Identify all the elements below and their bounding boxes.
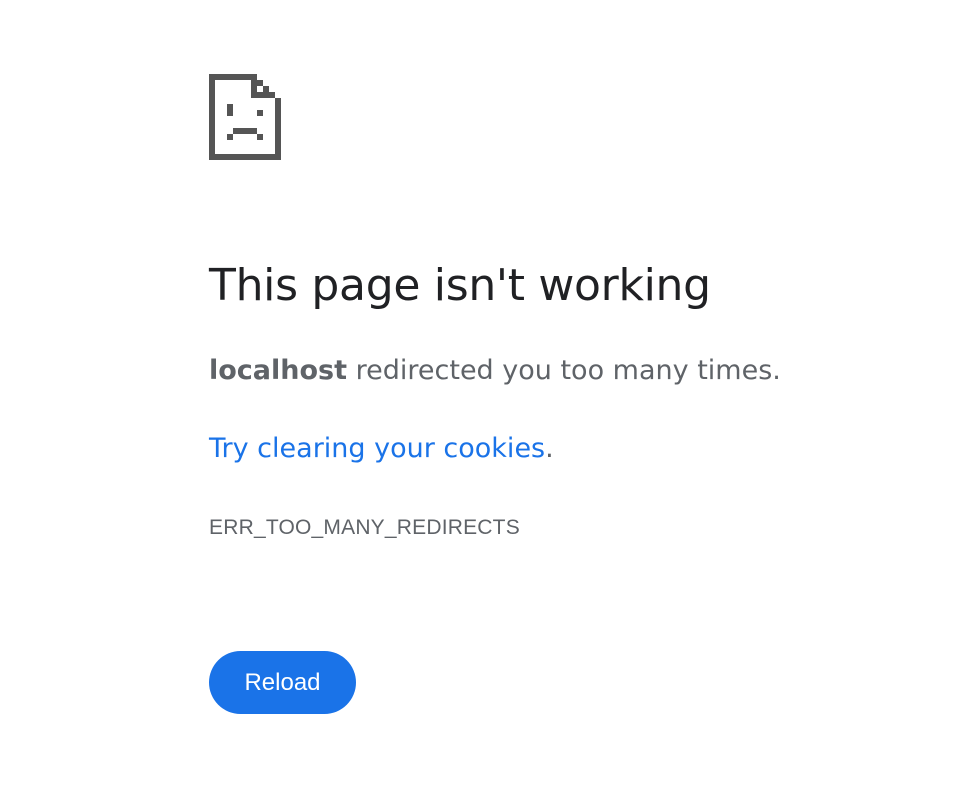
page-title: This page isn't working xyxy=(209,260,711,311)
sad-page-icon xyxy=(209,74,281,160)
error-host: localhost xyxy=(209,355,348,386)
suggestion: Try clearing your cookies. xyxy=(209,431,554,467)
error-summary: localhost redirected you too many times. xyxy=(209,353,781,389)
clear-cookies-link[interactable]: Try clearing your cookies xyxy=(209,433,545,464)
suggestion-period: . xyxy=(545,433,554,464)
error-summary-text: redirected you too many times. xyxy=(347,355,781,386)
error-code: ERR_TOO_MANY_REDIRECTS xyxy=(209,516,520,539)
reload-button[interactable]: Reload xyxy=(209,651,356,714)
